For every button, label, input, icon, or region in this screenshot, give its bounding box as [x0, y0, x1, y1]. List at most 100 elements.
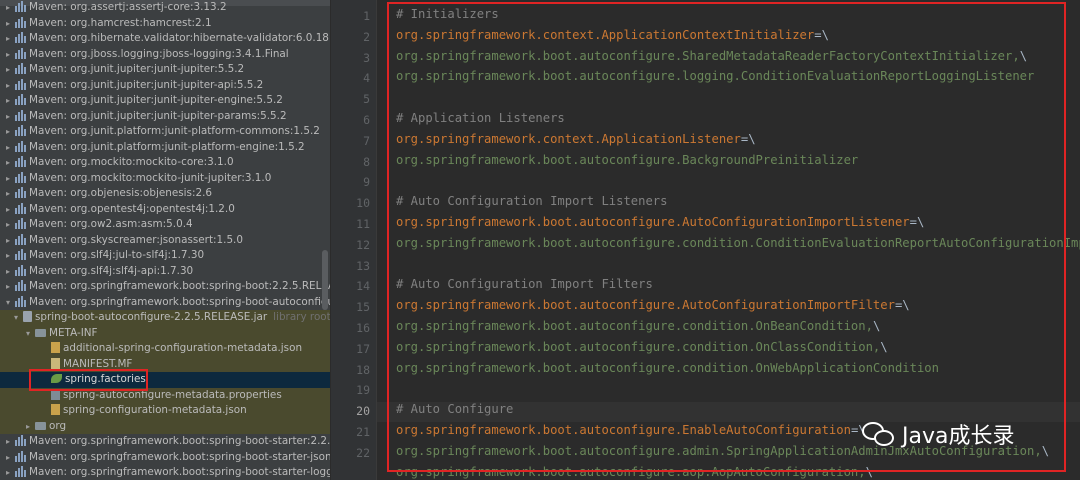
tree-row[interactable]: spring-configuration-metadata.json: [0, 403, 330, 419]
library-icon: [15, 218, 26, 229]
tree-row[interactable]: ▸ Maven: org.hibernate.validator:hibernat…: [0, 31, 330, 47]
expand-right-icon[interactable]: ▸: [6, 140, 15, 156]
tree-row-label: org: [49, 419, 67, 432]
tree-row[interactable]: ▾ spring-boot-autoconfigure-2.2.5.RELEASE…: [0, 310, 330, 326]
library-icon: [15, 32, 26, 43]
line-number: 4: [363, 71, 370, 86]
tree-row-label: Maven: org.mockito:mockito-junit-jupiter…: [29, 171, 272, 184]
library-icon: [15, 202, 26, 214]
tree-row-label: Maven: org.opentest4j:opentest4j:1.2.0: [29, 202, 235, 215]
expand-right-icon[interactable]: ▸: [6, 171, 15, 187]
tree-row[interactable]: ▸ org: [0, 418, 330, 435]
watermark: Java成长录: [862, 414, 1014, 454]
library-icon: [15, 450, 26, 462]
tree-row-label: Maven: org.junit.platform:junit-platform…: [29, 125, 320, 137]
tree-row[interactable]: ▸ Maven: org.junit.jupiter:junit-jupiter-…: [0, 78, 330, 94]
line-number: 21: [356, 425, 370, 439]
tree-row-label: Maven: org.junit.jupiter:junit-jupiter-a…: [29, 78, 264, 91]
line-number: 17: [356, 341, 370, 356]
folder-icon: [35, 421, 46, 430]
line-number: 7: [363, 133, 370, 148]
expand-right-icon[interactable]: ▸: [6, 279, 15, 295]
line-number: 6: [363, 113, 370, 127]
tree-row-label: Maven: org.jboss.logging:jboss-logging:3…: [29, 47, 289, 60]
tree-row[interactable]: ▸ Maven: org.springframework.boot:spring-…: [0, 279, 330, 295]
tree-row-label: MANIFEST.MF: [63, 357, 133, 370]
expand-down-icon[interactable]: ▾: [26, 326, 35, 342]
tree-row-label: Maven: org.slf4j:slf4j-api:1.7.30: [29, 264, 194, 277]
tree-row-label: Maven: org.junit.jupiter:junit-jupiter:5…: [29, 63, 245, 75]
tree-row[interactable]: ▾ META-INF: [0, 325, 330, 342]
tree-row[interactable]: ▸ Maven: org.junit.jupiter:junit-jupiter:…: [0, 62, 330, 78]
tree-row[interactable]: ▸ Maven: org.jboss.logging:jboss-logging:…: [0, 47, 330, 63]
library-icon: [15, 1, 26, 12]
tree-row[interactable]: ▸ Maven: org.springframework.boot:spring-…: [0, 465, 330, 480]
line-number: 1: [363, 9, 370, 23]
expand-down-icon[interactable]: ▾: [6, 295, 15, 311]
expand-right-icon[interactable]: ▸: [6, 31, 15, 47]
expand-right-icon[interactable]: ▸: [6, 78, 15, 94]
library-icon: [15, 63, 26, 74]
expand-right-icon[interactable]: ▸: [6, 233, 15, 249]
tree-row[interactable]: ▸ Maven: org.slf4j:slf4j-api:1.7.30: [0, 264, 330, 280]
tree-row[interactable]: ▸ Maven: org.junit.platform:junit-platfor…: [0, 124, 330, 140]
library-icon: [15, 249, 26, 260]
line-number: 5: [363, 92, 370, 107]
tree-row[interactable]: ▾ Maven: org.springframework.boot:spring-…: [0, 295, 330, 311]
expand-right-icon[interactable]: ▸: [6, 47, 15, 63]
line-number: 22: [356, 445, 370, 460]
tree-row-label: Maven: org.objenesis:objenesis:2.6: [29, 187, 212, 199]
expand-right-icon[interactable]: ▸: [6, 93, 15, 109]
tree-row[interactable]: ▸ Maven: org.ow2.asm:asm:5.0.4: [0, 217, 330, 233]
tree-row-label: additional-spring-configuration-metadata…: [63, 342, 303, 354]
tree-row[interactable]: ▸ Maven: org.opentest4j:opentest4j:1.2.0: [0, 202, 330, 218]
expand-right-icon[interactable]: ▸: [6, 186, 15, 202]
tree-row[interactable]: ▸ Maven: org.mockito:mockito-junit-jupite…: [0, 171, 330, 187]
library-icon: [15, 47, 26, 59]
line-number: 9: [363, 175, 370, 190]
library-icon: [15, 140, 26, 152]
tree-row[interactable]: ▸ Maven: org.springframework.boot:spring-…: [0, 450, 330, 466]
expand-right-icon[interactable]: ▸: [6, 202, 15, 218]
expand-right-icon[interactable]: ▸: [26, 419, 35, 435]
tree-row-label: spring-boot-autoconfigure-2.2.5.RELEASE.…: [35, 311, 268, 323]
watermark-text: Java成长录: [902, 424, 1015, 449]
expand-right-icon[interactable]: ▸: [6, 248, 15, 264]
expand-right-icon[interactable]: ▸: [6, 450, 15, 466]
tree-row-label: spring-configuration-metadata.json: [63, 404, 247, 416]
tree-row[interactable]: ▸ Maven: org.skyscreamer:jsonassert:1.5.0: [0, 233, 330, 249]
tree-row-label: Maven: org.junit.platform:junit-platform…: [29, 140, 305, 153]
expand-right-icon[interactable]: ▸: [6, 465, 15, 480]
library-icon: [15, 280, 26, 291]
tree-row[interactable]: ▸ Maven: org.slf4j:jul-to-slf4j:1.7.30: [0, 248, 330, 264]
expand-right-icon[interactable]: ▸: [6, 0, 15, 16]
tree-row[interactable]: ▸ Maven: org.hamcrest:hamcrest:2.1: [0, 16, 330, 32]
tree-row[interactable]: ▸ Maven: org.assertj:assertj-core:3.13.2: [0, 0, 330, 16]
tree-row[interactable]: ▸ Maven: org.objenesis:objenesis:2.6: [0, 186, 330, 202]
library-icon: [15, 16, 26, 28]
tree-scrollbar[interactable]: [322, 250, 328, 310]
tree-row[interactable]: ▸ Maven: org.mockito:mockito-core:3.1.0: [0, 155, 330, 171]
line-number: 13: [356, 258, 370, 273]
expand-right-icon[interactable]: ▸: [6, 16, 15, 32]
expand-right-icon[interactable]: ▸: [6, 155, 15, 171]
tree-row-label: Maven: org.slf4j:jul-to-slf4j:1.7.30: [29, 249, 205, 261]
tree-row[interactable]: additional-spring-configuration-metadata…: [0, 341, 330, 357]
expand-right-icon[interactable]: ▸: [6, 109, 15, 125]
library-root-label: library root: [273, 311, 330, 323]
tree-row-label: Maven: org.hibernate.validator:hibernate…: [29, 32, 330, 44]
tree-row[interactable]: ▸ Maven: org.junit.jupiter:junit-jupiter-…: [0, 109, 330, 125]
tree-row[interactable]: ▸ Maven: org.junit.platform:junit-platfor…: [0, 140, 330, 156]
expand-right-icon[interactable]: ▸: [6, 434, 15, 450]
expand-down-icon[interactable]: ▾: [14, 310, 23, 326]
tree-row[interactable]: ▸ Maven: org.junit.jupiter:junit-jupiter-…: [0, 93, 330, 109]
library-icon: [15, 109, 26, 121]
tree-row-label: Maven: org.junit.jupiter:junit-jupiter-p…: [29, 109, 287, 122]
expand-right-icon[interactable]: ▸: [6, 264, 15, 280]
code-highlight-box: [387, 2, 1066, 472]
tree-row-label: Maven: org.ow2.asm:asm:5.0.4: [29, 218, 193, 230]
expand-right-icon[interactable]: ▸: [6, 217, 15, 233]
tree-row[interactable]: ▸ Maven: org.springframework.boot:spring-…: [0, 434, 330, 450]
expand-right-icon[interactable]: ▸: [6, 62, 15, 78]
expand-right-icon[interactable]: ▸: [6, 124, 15, 140]
